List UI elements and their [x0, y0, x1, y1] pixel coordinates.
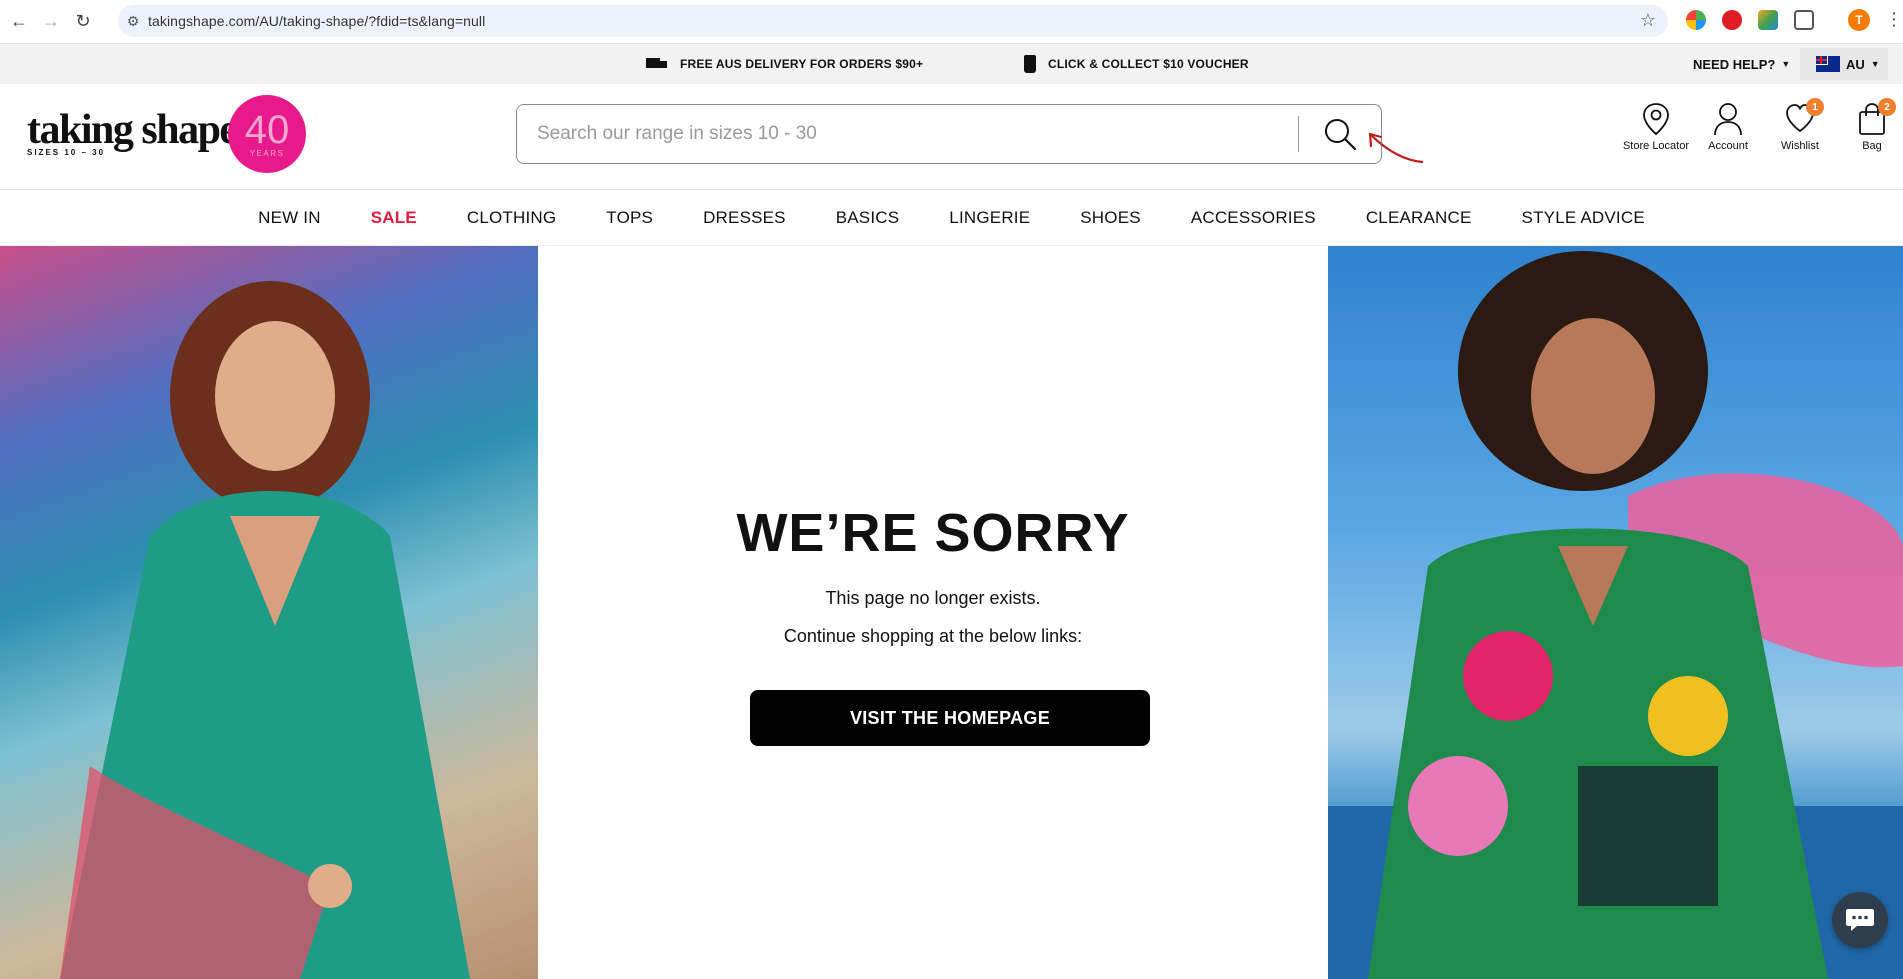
reload-icon[interactable]: ↻	[70, 9, 96, 35]
page-title: WE’RE SORRY	[736, 503, 1130, 563]
region-selector[interactable]: AU ▼	[1800, 48, 1888, 80]
error-message: This page no longer exists.	[825, 588, 1041, 608]
nav-item-style-advice[interactable]: STYLE ADVICE	[1497, 208, 1670, 228]
chat-widget-button[interactable]	[1832, 892, 1888, 948]
wishlist-label: Wishlist	[1781, 140, 1819, 152]
region-label: AU	[1846, 56, 1865, 72]
nav-item-sale[interactable]: SALE	[346, 208, 442, 228]
category-nav: NEW IN SALE CLOTHING TOPS DRESSES BASICS…	[0, 191, 1903, 246]
nav-item-clearance[interactable]: CLEARANCE	[1341, 208, 1497, 228]
chat-bubble-icon	[1846, 909, 1874, 931]
nav-item-lingerie[interactable]: LINGERIE	[924, 208, 1055, 228]
site-logo[interactable]: taking shape SIZES 10 – 30	[27, 107, 238, 157]
need-help-label: NEED HELP?	[1693, 56, 1776, 72]
anniversary-number: 40	[244, 107, 290, 152]
nav-item-basics[interactable]: BASICS	[811, 208, 925, 228]
caret-down-icon: ▼	[1781, 59, 1791, 69]
hero-image-left	[0, 246, 538, 979]
browser-toolbar: ← → ↻ ⚙ takingshape.com/AU/taking-shape/…	[0, 0, 1903, 44]
search-input[interactable]	[517, 105, 1298, 163]
hero-image-right	[1328, 246, 1903, 979]
anniversary-badge: 40 YEARS	[228, 95, 306, 173]
extension-icon-1[interactable]	[1686, 10, 1706, 30]
account-link[interactable]: Account	[1692, 102, 1764, 152]
shopping-bag-icon	[1024, 55, 1036, 73]
store-locator-link[interactable]: Store Locator	[1620, 102, 1692, 152]
account-label: Account	[1708, 140, 1748, 152]
wishlist-link[interactable]: 1 Wishlist	[1764, 98, 1836, 152]
nav-item-tops[interactable]: TOPS	[581, 208, 678, 228]
continue-message: Continue shopping at the below links:	[783, 626, 1083, 646]
need-help-dropdown[interactable]: NEED HELP? ▼	[1693, 44, 1790, 84]
nav-item-new-in[interactable]: NEW IN	[233, 208, 346, 228]
model-figure-right	[1328, 251, 1903, 979]
extension-icon-2[interactable]	[1722, 10, 1742, 30]
url-text[interactable]: takingshape.com/AU/taking-shape/?fdid=ts…	[148, 13, 485, 29]
promo-delivery-text: FREE AUS DELIVERY FOR ORDERS $90+	[680, 57, 924, 71]
truck-icon	[646, 57, 668, 71]
wishlist-count-badge: 1	[1806, 98, 1824, 116]
annotation-arrow-icon	[1368, 132, 1424, 164]
user-icon	[1714, 103, 1742, 136]
promo-collect[interactable]: CLICK & COLLECT $10 VOUCHER	[1024, 44, 1249, 84]
extension-icon-3[interactable]	[1758, 10, 1778, 30]
promo-delivery[interactable]: FREE AUS DELIVERY FOR ORDERS $90+	[646, 44, 923, 84]
bag-label: Bag	[1862, 140, 1882, 152]
browser-menu-icon[interactable]: ⋮	[1885, 10, 1903, 28]
bag-link[interactable]: 2 Bag	[1836, 98, 1903, 152]
visit-homepage-button[interactable]: VISIT THE HOMEPAGE	[750, 690, 1150, 746]
store-locator-label: Store Locator	[1622, 140, 1690, 152]
bookmark-star-icon[interactable]: ☆	[1640, 10, 1656, 31]
promo-collect-text: CLICK & COLLECT $10 VOUCHER	[1048, 57, 1249, 71]
site-settings-icon[interactable]: ⚙	[118, 13, 148, 30]
error-content: WE’RE SORRY This page no longer exists. …	[538, 246, 1328, 979]
address-bar[interactable]: ⚙ takingshape.com/AU/taking-shape/?fdid=…	[118, 5, 1668, 37]
search-icon	[1325, 119, 1357, 151]
profile-avatar[interactable]: T	[1848, 9, 1870, 31]
search-bar	[516, 104, 1382, 164]
promo-bar: FREE AUS DELIVERY FOR ORDERS $90+ CLICK …	[0, 44, 1903, 84]
nav-item-accessories[interactable]: ACCESSORIES	[1166, 208, 1341, 228]
site-header: taking shape SIZES 10 – 30 40 YEARS Stor…	[0, 84, 1903, 190]
forward-icon[interactable]: →	[38, 9, 64, 35]
extensions-puzzle-icon[interactable]	[1794, 10, 1814, 30]
header-actions: Store Locator Account 1 Wishlist 2 Bag	[1620, 98, 1903, 152]
back-icon[interactable]: ←	[6, 9, 32, 35]
bag-count-badge: 2	[1878, 98, 1896, 116]
anniversary-years: YEARS	[249, 148, 285, 158]
logo-wordmark: taking shape	[27, 107, 238, 153]
nav-item-shoes[interactable]: SHOES	[1055, 208, 1166, 228]
model-figure-left	[60, 281, 470, 979]
caret-down-icon: ▼	[1870, 59, 1880, 69]
nav-item-dresses[interactable]: DRESSES	[678, 208, 811, 228]
map-pin-icon	[1643, 103, 1669, 136]
australia-flag-icon	[1816, 56, 1840, 72]
nav-item-clothing[interactable]: CLOTHING	[442, 208, 581, 228]
